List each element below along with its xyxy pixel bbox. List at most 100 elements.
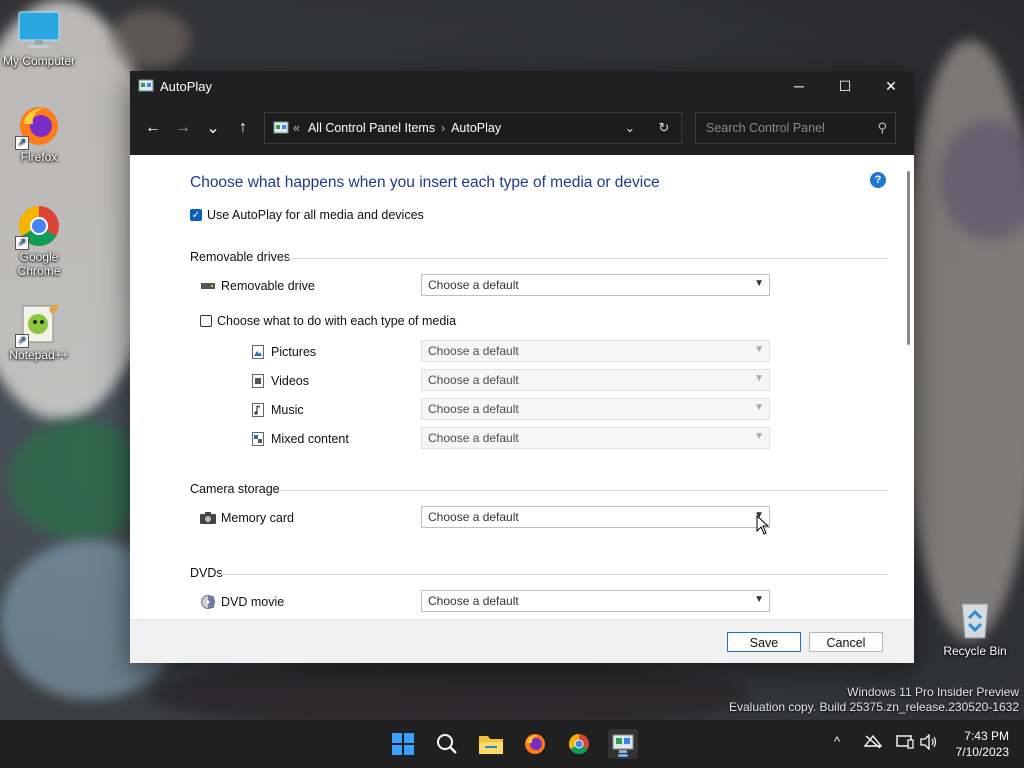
up-button[interactable]: ↑ — [228, 113, 258, 143]
chrome-icon[interactable] — [564, 729, 594, 759]
help-icon[interactable]: ? — [870, 172, 886, 188]
music-select[interactable]: Choose a default ▼ — [421, 398, 770, 420]
memory-card-select[interactable]: Choose a default ▼ — [421, 506, 770, 528]
start-icon[interactable] — [388, 729, 418, 759]
section-dvds: DVDs — [190, 566, 887, 580]
dvd-movie-select[interactable]: Choose a default ▼ — [421, 590, 770, 612]
notepadpp-icon: ↗ — [15, 302, 61, 348]
desktop-icon-label: Google Chrome — [17, 250, 61, 278]
search-box[interactable]: ⚲ — [695, 112, 896, 144]
videos-row: Videos — [250, 373, 309, 389]
firefox-icon: ↗ — [15, 104, 61, 150]
select-value: Choose a default — [428, 594, 519, 608]
dialog-footer: Save Cancel — [130, 619, 914, 663]
chevron-down-icon: ▼ — [754, 431, 764, 442]
chevron-down-icon: ▼ — [754, 402, 764, 413]
content-pane: Choose what happens when you insert each… — [130, 155, 914, 619]
mixed-content-select[interactable]: Choose a default ▼ — [421, 427, 770, 449]
breadcrumb-all-control-panel-items[interactable]: All Control Panel Items — [308, 121, 435, 135]
checkbox-checked-icon[interactable]: ✓ — [190, 209, 202, 221]
removable-drive-select[interactable]: Choose a default ▼ — [421, 274, 770, 296]
removable-drive-row: Removable drive — [200, 278, 315, 294]
checkbox-label: Use AutoPlay for all media and devices — [207, 208, 424, 222]
search-icon[interactable] — [432, 729, 462, 759]
memory-card-label: Memory card — [221, 511, 294, 525]
minimize-button[interactable]: ─ — [776, 71, 822, 101]
address-dropdown-button[interactable]: ⌄ — [613, 113, 647, 143]
windows-watermark: Windows 11 Pro Insider Preview Evaluatio… — [729, 685, 1019, 715]
address-bar[interactable]: « All Control Panel Items › AutoPlay ⌄ ↻ — [264, 112, 682, 144]
desktop-icon-label: Recycle Bin — [943, 644, 1007, 658]
videos-label: Videos — [271, 374, 309, 388]
section-divider — [274, 490, 887, 491]
firefox-icon[interactable] — [520, 729, 550, 759]
volume-icon[interactable] — [920, 733, 938, 753]
desktop-icon-chrome[interactable]: ↗ Google Chrome — [1, 204, 77, 278]
desktop-icon-firefox[interactable]: ↗ Firefox — [1, 104, 77, 164]
mouse-cursor-icon — [756, 515, 770, 535]
watermark-line: Windows 11 Pro Insider Preview — [847, 685, 1019, 699]
file-explorer-icon[interactable] — [476, 729, 506, 759]
section-divider — [220, 574, 887, 575]
desktop-icon-recycle-bin[interactable]: Recycle Bin — [937, 598, 1013, 658]
music-icon — [250, 402, 266, 418]
taskbar: ^ 7:43 PM 7/10/2023 — [0, 720, 1024, 768]
chevron-down-icon: ▼ — [754, 344, 764, 355]
videos-select[interactable]: Choose a default ▼ — [421, 369, 770, 391]
forward-button[interactable]: → — [168, 113, 198, 143]
network-icon[interactable] — [863, 734, 883, 753]
vertical-scrollbar[interactable] — [907, 171, 910, 345]
desktop-icon-notepadpp[interactable]: ↗ Notepad++ — [1, 302, 77, 362]
refresh-button[interactable]: ↻ — [647, 113, 681, 143]
close-button[interactable]: ✕ — [868, 71, 914, 101]
control-panel-icon — [273, 121, 289, 134]
recycle-bin-icon — [953, 598, 997, 642]
active-indicator — [618, 754, 628, 757]
music-row: Music — [250, 402, 304, 418]
pictures-icon — [250, 344, 266, 360]
monitor-icon — [17, 8, 61, 52]
chevron-down-icon: ▼ — [754, 373, 764, 384]
section-title: Removable drives — [190, 250, 291, 264]
display-icon[interactable] — [896, 734, 914, 753]
desktop-icon-label: Notepad++ — [9, 348, 69, 362]
navigation-bar: ← → ⌄ ↑ « All Control Panel Items › Auto… — [130, 101, 914, 155]
select-value: Choose a default — [428, 402, 519, 416]
maximize-button[interactable]: ☐ — [822, 71, 868, 101]
clock-date: 7/10/2023 — [955, 745, 1009, 759]
cancel-button[interactable]: Cancel — [809, 632, 883, 652]
use-autoplay-checkbox[interactable]: ✓ Use AutoPlay for all media and devices — [190, 208, 424, 222]
videos-icon — [250, 373, 266, 389]
save-button[interactable]: Save — [727, 632, 801, 652]
checkbox-unchecked-icon[interactable] — [200, 315, 212, 327]
camera-icon — [200, 510, 216, 526]
page-heading: Choose what happens when you insert each… — [190, 174, 660, 191]
breadcrumb-overflow[interactable]: « — [293, 121, 300, 135]
autoplay-window: AutoPlay ─ ☐ ✕ ← → ⌄ ↑ « All Control Pan… — [130, 71, 914, 663]
select-value: Choose a default — [428, 278, 519, 292]
search-input[interactable] — [704, 120, 878, 136]
title-bar[interactable]: AutoPlay ─ ☐ ✕ — [130, 71, 914, 101]
pictures-row: Pictures — [250, 344, 316, 360]
recent-locations-button[interactable]: ⌄ — [198, 113, 228, 143]
taskbar-clock[interactable]: 7:43 PM 7/10/2023 — [956, 728, 1009, 760]
pictures-label: Pictures — [271, 345, 317, 359]
select-value: Choose a default — [428, 344, 519, 358]
pictures-select[interactable]: Choose a default ▼ — [421, 340, 770, 362]
select-value: Choose a default — [428, 510, 519, 524]
music-label: Music — [271, 403, 304, 417]
search-icon[interactable]: ⚲ — [877, 120, 887, 136]
removable-drive-label: Removable drive — [221, 279, 315, 293]
shortcut-arrow-icon: ↗ — [15, 136, 29, 150]
per-media-checkbox[interactable]: Choose what to do with each type of medi… — [200, 314, 456, 328]
show-hidden-icons-button[interactable]: ^ — [834, 734, 840, 749]
checkbox-label: Choose what to do with each type of medi… — [217, 314, 457, 328]
dvd-icon — [200, 594, 216, 610]
select-value: Choose a default — [428, 431, 519, 445]
dvd-movie-label: DVD movie — [221, 595, 285, 609]
desktop-icon-my-computer[interactable]: My Computer — [1, 8, 77, 68]
breadcrumb-autoplay[interactable]: AutoPlay — [451, 121, 501, 135]
desktop-icon-label: Firefox — [20, 150, 58, 164]
control-panel-icon[interactable] — [608, 729, 638, 759]
back-button[interactable]: ← — [138, 113, 168, 143]
